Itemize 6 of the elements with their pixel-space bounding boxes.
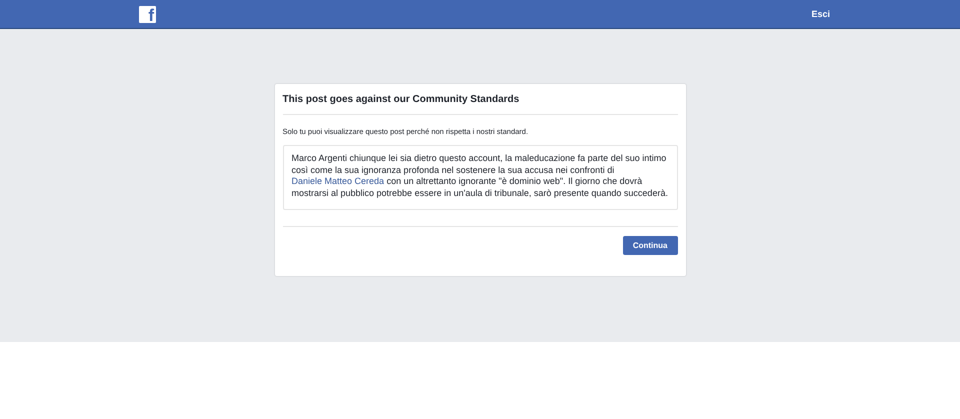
profile-link[interactable]: Daniele Matteo Cereda <box>292 176 384 186</box>
logout-link[interactable]: Esci <box>811 9 830 19</box>
dialog-title: This post goes against our Community Standards <box>282 93 520 107</box>
logo-icon[interactable]: f <box>139 6 156 22</box>
post-text: Marco Argenti chiunque lei sia dietro questo account, la maleducazione fa parte del suo intimo così come la sua ignoranza profonda nel sostenere la sua accusa nei confronti di Daniele Matteo Cereda con un altrettanto ignorante "è dominio web". Il giorno che dovrà mostrarsi al pubblico potrebbe essere in un'aula di tribunale, sarò presente quando succederà. <box>282 145 678 210</box>
continue-button[interactable]: Continua <box>622 236 678 255</box>
